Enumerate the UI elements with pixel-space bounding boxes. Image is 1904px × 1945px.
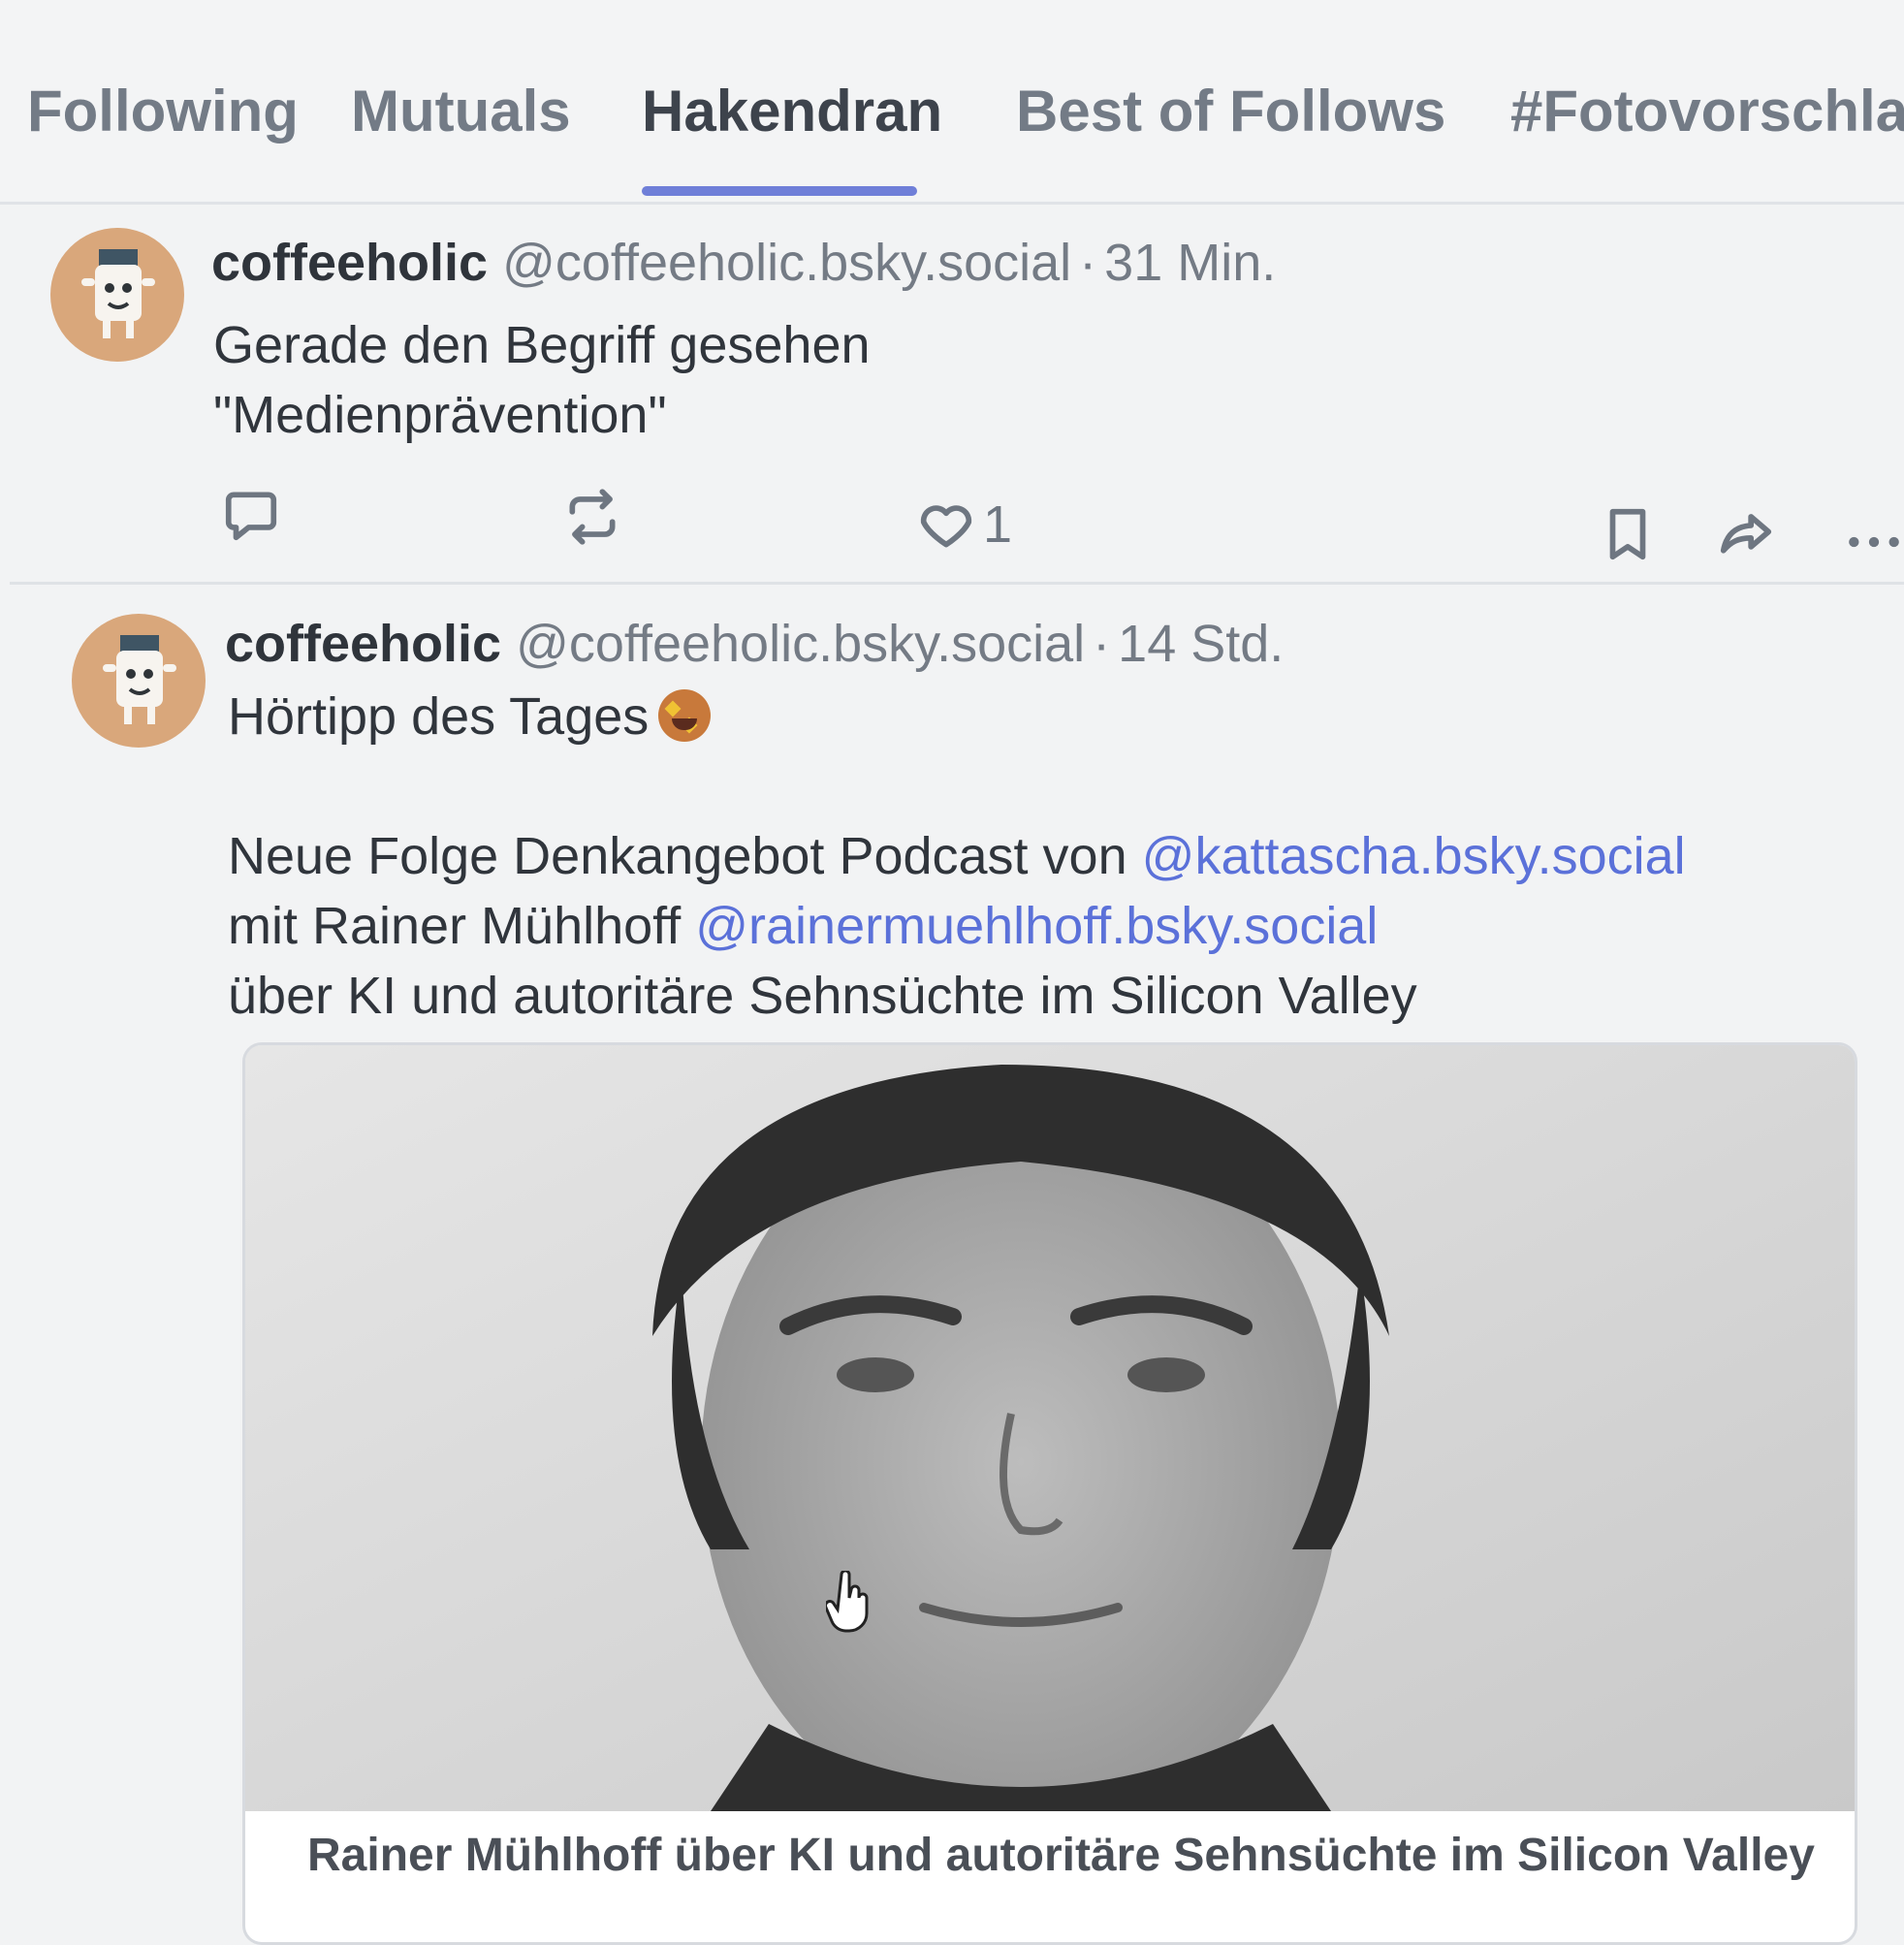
avatar[interactable]: [50, 228, 184, 362]
handle[interactable]: @coffeeholic.bsky.social: [502, 234, 1071, 292]
repost-button[interactable]: [562, 487, 622, 547]
like-button[interactable]: [916, 494, 976, 555]
feed-tab-bar: Following Mutuals Hakendran Best of Foll…: [0, 0, 1904, 205]
post-timestamp[interactable]: 14 Std.: [1118, 615, 1284, 673]
like-count: 1: [983, 495, 1013, 554]
avatar[interactable]: [72, 614, 206, 748]
tab-following[interactable]: Following: [27, 78, 299, 144]
link-card-title: Rainer Mühlhoff über KI und autoritäre S…: [307, 1830, 1815, 1881]
share-icon: [1720, 514, 1772, 554]
post-text: Hörtipp des Tages Neue Folge Denkangebot…: [228, 682, 1686, 1031]
like-icon: [920, 505, 972, 548]
link-preview-image: [245, 1045, 1855, 1811]
bookmark-button[interactable]: [1598, 504, 1658, 564]
active-tab-indicator: [642, 186, 917, 196]
coffee-mascot-icon: [103, 635, 176, 724]
repost-icon: [569, 489, 616, 545]
body-text: mit Rainer Mühlhoff: [228, 897, 696, 955]
headline-text: Hörtipp des Tages: [228, 687, 650, 746]
post-text-line: "Medienprävention": [213, 386, 667, 444]
portrait-photo: [245, 1045, 1855, 1811]
more-options-button[interactable]: [1844, 512, 1904, 572]
post-headline: Hörtipp des Tages: [228, 682, 1686, 751]
star-struck-emoji-icon: [658, 689, 712, 742]
post-header: coffeeholic @coffeeholic.bsky.social · 31 …: [211, 233, 1276, 293]
link-preview-card[interactable]: Rainer Mühlhoff über KI und autoritäre S…: [242, 1042, 1857, 1945]
handle[interactable]: @coffeeholic.bsky.social: [516, 615, 1085, 673]
post-text-line: Neue Folge Denkangebot Podcast von @katt…: [228, 821, 1686, 891]
display-name[interactable]: coffeeholic: [225, 615, 501, 673]
meta-separator: ·: [1093, 615, 1111, 673]
mention-link[interactable]: @kattascha.bsky.social: [1142, 827, 1686, 885]
display-name[interactable]: coffeeholic: [211, 234, 488, 292]
coffee-mascot-icon: [81, 249, 155, 338]
post-text: Gerade den Begriff gesehen "Medienpräven…: [213, 310, 871, 450]
tab-hakendran[interactable]: Hakendran: [642, 78, 942, 144]
reply-icon: [225, 492, 277, 541]
share-button[interactable]: [1716, 504, 1776, 564]
body-text: Neue Folge Denkangebot Podcast von: [228, 827, 1142, 885]
more-icon: [1849, 536, 1899, 548]
tab-mutuals[interactable]: Mutuals: [351, 78, 571, 144]
post-text-line: Gerade den Begriff gesehen: [213, 316, 871, 374]
meta-separator: ·: [1079, 234, 1097, 292]
mention-link[interactable]: @rainermuehlhoff.bsky.social: [695, 897, 1378, 955]
feed-post[interactable]: coffeeholic @coffeeholic.bsky.social · 31 …: [10, 204, 1904, 585]
post-text-line: über KI und autoritäre Sehnsüchte im Sil…: [228, 967, 1417, 1025]
post-text-line: mit Rainer Mühlhoff @rainermuehlhoff.bsk…: [228, 891, 1686, 961]
bookmark-icon: [1609, 508, 1646, 560]
reply-button[interactable]: [221, 485, 281, 545]
tab-best-of-follows[interactable]: Best of Follows: [1016, 78, 1445, 144]
post-header: coffeeholic @coffeeholic.bsky.social · 14 …: [225, 614, 1284, 674]
post-timestamp[interactable]: 31 Min.: [1104, 234, 1276, 292]
tab-fotovorschlag[interactable]: #Fotovorschla: [1510, 78, 1904, 144]
